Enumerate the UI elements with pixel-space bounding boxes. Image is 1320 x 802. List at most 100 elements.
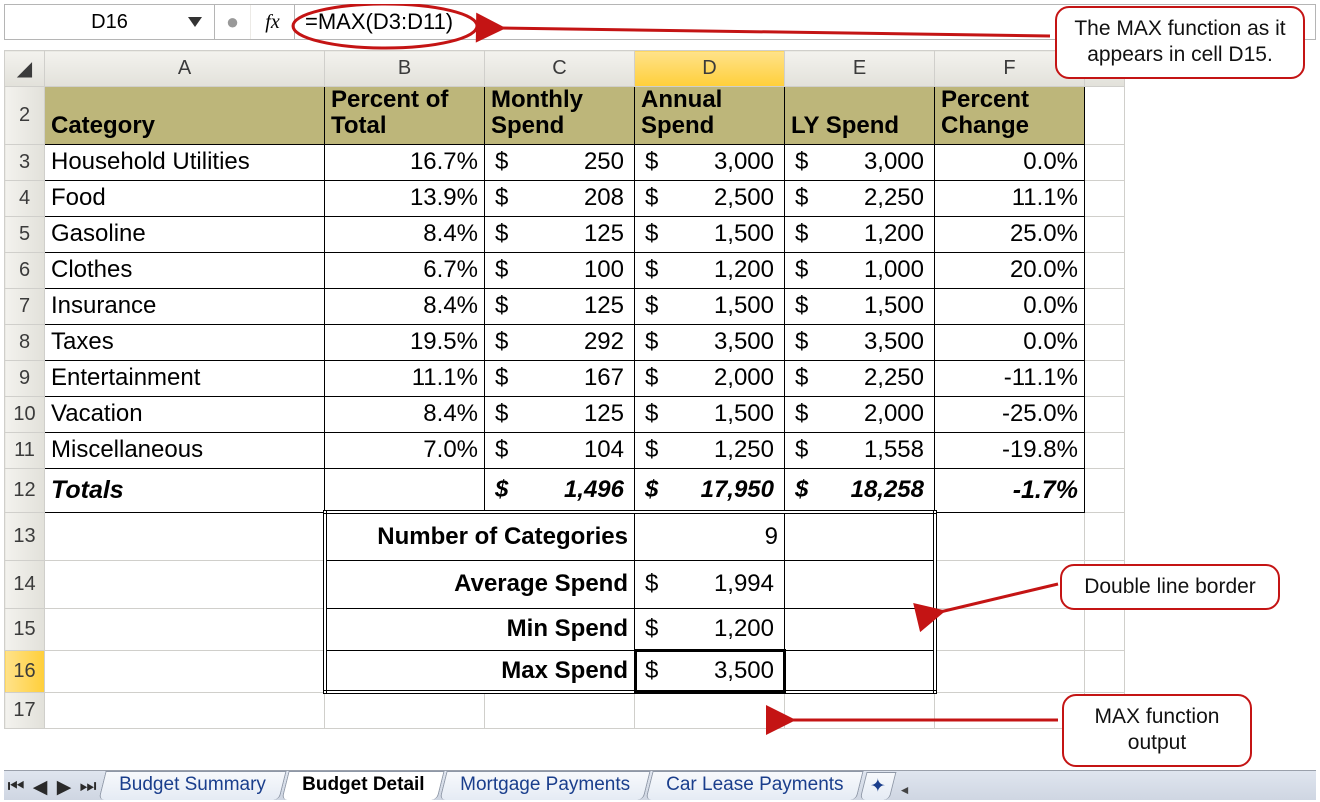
cell-category[interactable]: Household Utilities <box>45 144 325 180</box>
cell-empty[interactable] <box>1085 360 1125 396</box>
cell-pct-total[interactable]: 11.1% <box>325 360 485 396</box>
totals-monthly[interactable]: $1,496 <box>485 468 635 512</box>
row-header-11[interactable]: 11 <box>5 432 45 468</box>
cell-ly[interactable]: $1,500 <box>785 288 935 324</box>
cell-pct-total[interactable]: 13.9% <box>325 180 485 216</box>
cell-empty[interactable] <box>45 608 325 650</box>
totals-annual[interactable]: $17,950 <box>635 468 785 512</box>
cell-empty[interactable] <box>1085 324 1125 360</box>
cell-pct-total[interactable]: 8.4% <box>325 396 485 432</box>
cell-annual[interactable]: $1,500 <box>635 288 785 324</box>
cell-empty[interactable] <box>1085 87 1125 145</box>
select-all-button[interactable]: ◢ <box>5 51 45 87</box>
cell-pct-total[interactable]: 6.7% <box>325 252 485 288</box>
sheet-tab[interactable]: Budget Summary <box>98 771 286 800</box>
row-header-2[interactable]: 2 <box>5 87 45 145</box>
cell-change[interactable]: -19.8% <box>935 432 1085 468</box>
horizontal-scroll-left-icon[interactable] <box>899 780 929 800</box>
cell-category[interactable]: Food <box>45 180 325 216</box>
cell-category[interactable]: Entertainment <box>45 360 325 396</box>
cell-empty[interactable] <box>1085 288 1125 324</box>
header-annual-spend[interactable]: Annual Spend <box>635 87 785 145</box>
cell-category[interactable]: Vacation <box>45 396 325 432</box>
tab-nav-next-icon[interactable]: ▶ <box>52 774 76 800</box>
sheet-tab[interactable]: Car Lease Payments <box>646 771 865 800</box>
cell-annual[interactable]: $1,250 <box>635 432 785 468</box>
sheet-tab[interactable]: Mortgage Payments <box>440 771 651 800</box>
cell-ly[interactable]: $2,000 <box>785 396 935 432</box>
cell-empty[interactable] <box>1085 396 1125 432</box>
cell-empty[interactable] <box>1085 468 1125 512</box>
cell-pct-total[interactable]: 7.0% <box>325 432 485 468</box>
cell-empty[interactable] <box>1085 252 1125 288</box>
cell-ly[interactable]: $3,500 <box>785 324 935 360</box>
summary-avg-label[interactable]: Average Spend <box>325 560 635 608</box>
cell-pct-total[interactable]: 8.4% <box>325 288 485 324</box>
cell-ly[interactable]: $1,200 <box>785 216 935 252</box>
cell-monthly[interactable]: $104 <box>485 432 635 468</box>
cell-change[interactable]: 11.1% <box>935 180 1085 216</box>
cell-ly[interactable]: $3,000 <box>785 144 935 180</box>
cell-category[interactable]: Insurance <box>45 288 325 324</box>
cell-empty[interactable] <box>45 692 325 728</box>
cell-change[interactable]: 0.0% <box>935 144 1085 180</box>
cell-change[interactable]: -25.0% <box>935 396 1085 432</box>
name-box[interactable]: D16 <box>5 5 215 39</box>
cell-monthly[interactable]: $208 <box>485 180 635 216</box>
header-category[interactable]: Category <box>45 87 325 145</box>
cell-monthly[interactable]: $125 <box>485 396 635 432</box>
row-header-15[interactable]: 15 <box>5 608 45 650</box>
tab-nav-last-icon[interactable]: ⏭ <box>76 774 100 800</box>
cell-ly[interactable]: $2,250 <box>785 180 935 216</box>
row-header-17[interactable]: 17 <box>5 692 45 728</box>
cell-empty[interactable] <box>935 608 1085 650</box>
row-header-10[interactable]: 10 <box>5 396 45 432</box>
cell-change[interactable]: 20.0% <box>935 252 1085 288</box>
row-header-16[interactable]: 16 <box>5 650 45 692</box>
cell-annual[interactable]: $1,200 <box>635 252 785 288</box>
cell-empty[interactable] <box>1085 432 1125 468</box>
sheet-tab[interactable]: Budget Detail <box>281 771 445 800</box>
row-header-4[interactable]: 4 <box>5 180 45 216</box>
summary-num-label[interactable]: Number of Categories <box>325 512 635 560</box>
cell-empty[interactable] <box>325 692 485 728</box>
cell-annual[interactable]: $3,500 <box>635 324 785 360</box>
cell-ly[interactable]: $1,000 <box>785 252 935 288</box>
cell-annual[interactable]: $1,500 <box>635 216 785 252</box>
header-percent-change[interactable]: Percent Change <box>935 87 1085 145</box>
cell-monthly[interactable]: $125 <box>485 216 635 252</box>
col-header-C[interactable]: C <box>485 51 635 87</box>
cell-annual[interactable]: $2,000 <box>635 360 785 396</box>
cell-empty[interactable] <box>935 512 1085 560</box>
cell-annual[interactable]: $1,500 <box>635 396 785 432</box>
row-header-14[interactable]: 14 <box>5 560 45 608</box>
cell-empty[interactable] <box>1085 180 1125 216</box>
summary-avg-value[interactable]: $1,994 <box>635 560 785 608</box>
cell-ly[interactable]: $1,558 <box>785 432 935 468</box>
cell-empty[interactable] <box>785 650 935 692</box>
cell-monthly[interactable]: $292 <box>485 324 635 360</box>
summary-max-value[interactable]: $3,500 <box>635 650 785 692</box>
totals-pct[interactable] <box>325 468 485 512</box>
summary-min-value[interactable]: $1,200 <box>635 608 785 650</box>
cell-empty[interactable] <box>1085 216 1125 252</box>
cell-pct-total[interactable]: 19.5% <box>325 324 485 360</box>
row-header-12[interactable]: 12 <box>5 468 45 512</box>
worksheet[interactable]: ◢ A B C D E F 2 Category Percent of Tota… <box>4 50 1316 768</box>
cell-monthly[interactable]: $250 <box>485 144 635 180</box>
col-header-A[interactable]: A <box>45 51 325 87</box>
cell-empty[interactable] <box>785 608 935 650</box>
summary-min-label[interactable]: Min Spend <box>325 608 635 650</box>
tab-nav-first-icon[interactable]: ⏮ <box>4 774 28 800</box>
cell-empty[interactable] <box>1085 650 1125 692</box>
row-header-8[interactable]: 8 <box>5 324 45 360</box>
totals-change[interactable]: -1.7% <box>935 468 1085 512</box>
cell-pct-total[interactable]: 16.7% <box>325 144 485 180</box>
cell-category[interactable]: Clothes <box>45 252 325 288</box>
row-header-3[interactable]: 3 <box>5 144 45 180</box>
cell-empty[interactable] <box>785 560 935 608</box>
cell-change[interactable]: 25.0% <box>935 216 1085 252</box>
tab-nav-prev-icon[interactable]: ◀ <box>28 774 52 800</box>
col-header-B[interactable]: B <box>325 51 485 87</box>
row-header-5[interactable]: 5 <box>5 216 45 252</box>
